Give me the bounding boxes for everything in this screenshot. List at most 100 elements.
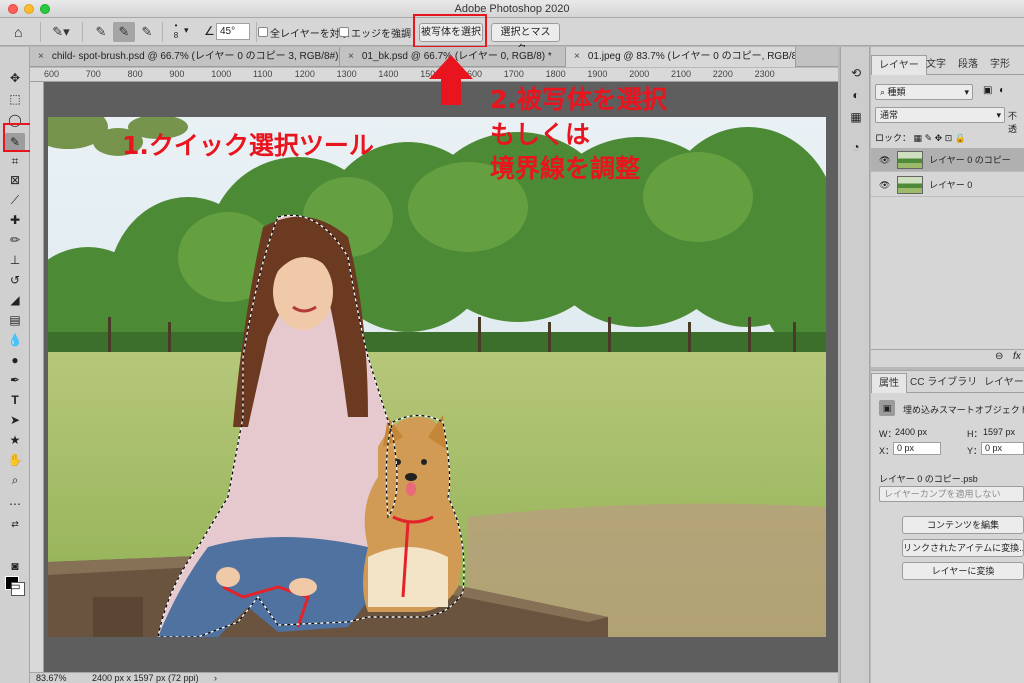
history-brush-tool-icon[interactable]: ↺ xyxy=(5,271,25,289)
close-tab-icon[interactable]: × xyxy=(574,51,580,62)
pen-tool-icon[interactable]: ✒ xyxy=(5,371,25,389)
screen-mode-icon[interactable]: ▭ xyxy=(5,577,25,595)
chevron-down-icon[interactable]: ▾ xyxy=(184,25,189,36)
fx-icon[interactable]: fx xyxy=(1013,351,1021,362)
marquee-tool-icon[interactable]: ⬚ xyxy=(5,90,25,108)
tab-paragraph[interactable]: 段落 xyxy=(951,55,985,75)
lock-label: ロック： xyxy=(875,133,912,143)
add-to-selection-icon[interactable]: ✎ xyxy=(113,22,135,42)
smart-object-filename: レイヤー 0 のコピー.psb xyxy=(879,474,978,484)
swatches-panel-icon[interactable]: ▦ xyxy=(848,109,864,125)
smart-object-icon: ▣ xyxy=(879,400,895,416)
opacity-label: 不透 xyxy=(1008,111,1018,134)
document-tab-active[interactable]: × 01.jpeg @ 83.7% (レイヤー 0 のコピー, RGB/8) * xyxy=(566,47,796,67)
path-selection-tool-icon[interactable]: ➤ xyxy=(5,411,25,429)
layer-row[interactable]: 👁 レイヤー 0 xyxy=(871,173,1024,197)
close-tab-icon[interactable]: × xyxy=(38,51,44,62)
height-value: 1597 px xyxy=(983,427,1016,437)
angle-field[interactable]: 45° xyxy=(216,23,250,40)
swap-colors-icon[interactable]: ⇄ xyxy=(5,515,25,533)
tab-cc-libraries[interactable]: CC ライブラリ xyxy=(903,373,984,393)
crop-tool-icon[interactable]: ⌗ xyxy=(5,152,25,170)
tab-character[interactable]: 文字 xyxy=(919,55,953,75)
visibility-eye-icon[interactable]: 👁 xyxy=(879,148,890,172)
eraser-tool-icon[interactable]: ◢ xyxy=(5,291,25,309)
enhance-edge-checkbox[interactable] xyxy=(339,27,349,37)
clone-stamp-tool-icon[interactable]: ⊥ xyxy=(5,251,25,269)
ruler-tick-label: 1000 xyxy=(211,69,232,79)
lock-all-icon[interactable]: 🔒 xyxy=(955,133,966,143)
color-panel-icon[interactable]: ◐ xyxy=(848,87,864,103)
zoom-level[interactable]: 83.67% xyxy=(36,673,67,683)
shape-tool-icon[interactable]: ★ xyxy=(5,431,25,449)
brush-tool-icon[interactable]: ✏ xyxy=(5,231,25,249)
brush-size-picker[interactable]: • 8 xyxy=(170,21,182,41)
adjustment-filter-icon[interactable]: ◐ xyxy=(999,85,1005,96)
close-window-icon[interactable] xyxy=(8,4,18,14)
select-and-mask-button[interactable]: 選択とマスク... xyxy=(491,23,560,55)
ruler-tick-label: 1800 xyxy=(545,69,566,79)
document-tab[interactable]: × child- spot-brush.psd @ 66.7% (レイヤー 0 の… xyxy=(30,47,340,67)
tab-label: 01.jpeg @ 83.7% (レイヤー 0 のコピー, RGB/8) * xyxy=(587,51,796,62)
layer-row[interactable]: 👁 レイヤー 0 のコピー xyxy=(871,148,1024,172)
options-bar: ⌂ ✎▾ ✎ ✎ ✎ • 8 ▾ ∠ 45° 全レイヤーを対象 エッジを強調 被写… xyxy=(0,18,1024,55)
blur-tool-icon[interactable]: 💧 xyxy=(5,331,25,349)
canvas-photo[interactable] xyxy=(48,117,826,637)
healing-brush-tool-icon[interactable]: ✚ xyxy=(5,211,25,229)
quick-mask-icon[interactable]: ◙ xyxy=(5,557,25,575)
width-label: W： xyxy=(879,429,897,439)
subtract-from-selection-icon[interactable]: ✎ xyxy=(136,22,158,42)
lock-pixels-icon[interactable]: ✎ xyxy=(925,133,933,143)
height-label: H： xyxy=(967,429,983,439)
maximize-window-icon[interactable] xyxy=(40,4,50,14)
chevron-right-icon[interactable]: › xyxy=(214,673,217,683)
quick-select-preset-icon[interactable]: ✎▾ xyxy=(50,22,72,42)
layers-panel-tabs: レイヤー 文字 段落 字形 xyxy=(871,55,1024,75)
home-icon[interactable]: ⌂ xyxy=(14,24,22,40)
brush-size-value: 8 xyxy=(173,31,179,40)
image-filter-icon[interactable]: ▣ xyxy=(983,85,992,96)
status-bar: 83.67% 2400 px x 1597 px (72 ppi) › xyxy=(30,672,838,683)
lock-artboard-icon[interactable]: ⊡ xyxy=(945,133,953,143)
history-panel-icon[interactable]: ⟲ xyxy=(848,65,864,81)
gradient-tool-icon[interactable]: ▤ xyxy=(5,311,25,329)
frame-tool-icon[interactable]: ⊠ xyxy=(5,171,25,189)
ruler-tick-label: 800 xyxy=(127,69,143,79)
tab-glyphs[interactable]: 字形 xyxy=(983,55,1017,75)
edit-contents-button[interactable]: コンテンツを編集 xyxy=(902,516,1024,534)
visibility-eye-icon[interactable]: 👁 xyxy=(879,173,890,197)
convert-to-linked-button[interactable]: リンクされたアイテムに変換... xyxy=(902,539,1024,557)
hand-tool-icon[interactable]: ✋ xyxy=(5,451,25,469)
move-tool-icon[interactable]: ✥ xyxy=(5,69,25,87)
layer-comp-select[interactable]: レイヤーカンプを適用しない xyxy=(879,486,1024,502)
vertical-ruler xyxy=(30,82,44,672)
angle-icon: ∠ xyxy=(204,24,215,38)
zoom-tool-icon[interactable]: ⌕ xyxy=(5,471,25,489)
lock-transparency-icon[interactable]: ▦ xyxy=(914,133,923,143)
close-tab-icon[interactable]: × xyxy=(348,51,354,62)
eyedropper-tool-icon[interactable]: ⟋ xyxy=(5,191,25,209)
tab-layer-comps[interactable]: レイヤーカ xyxy=(977,373,1024,393)
divider xyxy=(82,22,83,42)
ruler-tick-label: 2100 xyxy=(671,69,692,79)
link-layers-icon[interactable]: ⊖ xyxy=(995,351,1003,362)
lock-position-icon[interactable]: ✥ xyxy=(935,133,943,143)
y-label: Y： xyxy=(967,446,983,456)
minimize-window-icon[interactable] xyxy=(24,4,34,14)
tab-properties[interactable]: 属性 xyxy=(871,373,907,393)
blend-mode-select[interactable]: 通常 ▾ xyxy=(875,107,1005,123)
smart-object-type: 埋め込みスマートオブジェクト xyxy=(903,405,1024,415)
type-tool-icon[interactable]: T xyxy=(5,391,25,409)
new-selection-icon[interactable]: ✎ xyxy=(90,22,112,42)
x-field[interactable]: 0 px xyxy=(893,442,941,455)
annotation-step-1: 1.クイック選択ツール xyxy=(122,131,374,160)
dodge-tool-icon[interactable]: ● xyxy=(5,351,25,369)
ruler-tick-label: 1700 xyxy=(503,69,524,79)
layer-filter-select[interactable]: ⌕ 種類 ▾ xyxy=(875,84,973,100)
convert-to-layers-button[interactable]: レイヤーに変換 xyxy=(902,562,1024,580)
more-tools-icon[interactable]: ⋯ xyxy=(5,495,25,513)
properties-panel-tabs: 属性 CC ライブラリ レイヤーカ xyxy=(871,373,1024,393)
adjustments-panel-icon[interactable]: ◔ xyxy=(848,139,864,155)
y-field[interactable]: 0 px xyxy=(981,442,1024,455)
sample-all-layers-checkbox[interactable] xyxy=(258,27,268,37)
